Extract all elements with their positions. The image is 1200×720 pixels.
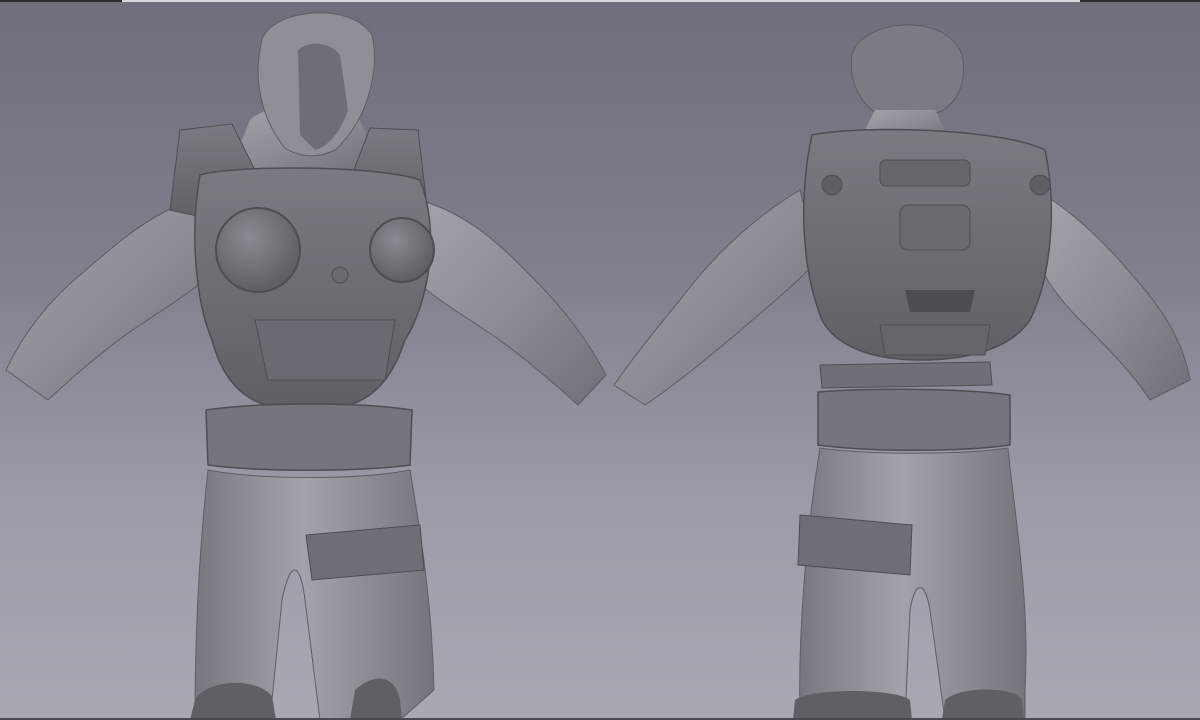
front-chest-disc-right <box>369 217 435 283</box>
front-model[interactable] <box>5 12 607 720</box>
back-pants <box>799 447 1027 720</box>
back-right-arm <box>1037 194 1191 401</box>
back-armor-grill <box>905 290 975 312</box>
front-chest-center-bolt <box>331 266 349 284</box>
back-boot-left <box>793 691 912 720</box>
front-thigh-strap <box>305 524 425 581</box>
back-head <box>850 24 964 116</box>
back-left-arm <box>613 189 819 406</box>
back-armor-lower-plate <box>879 324 991 356</box>
back-model[interactable] <box>613 24 1191 720</box>
scene-canvas[interactable] <box>0 0 1200 720</box>
front-pants <box>194 469 435 720</box>
sculpt-viewport[interactable] <box>0 0 1200 720</box>
front-chest-disc-left <box>215 207 301 293</box>
front-belt <box>205 403 413 471</box>
back-armor-center-block <box>899 204 971 251</box>
back-belt <box>817 388 1011 451</box>
front-left-arm <box>5 199 216 401</box>
back-armor-vent-upper <box>879 159 971 187</box>
back-belt-upper <box>819 361 993 389</box>
back-thigh-strap <box>797 514 913 576</box>
back-armor-dial-right <box>1029 174 1051 196</box>
back-armor-dial-left <box>821 174 843 196</box>
front-abdomen-plate <box>254 319 396 381</box>
front-right-arm <box>409 199 607 406</box>
